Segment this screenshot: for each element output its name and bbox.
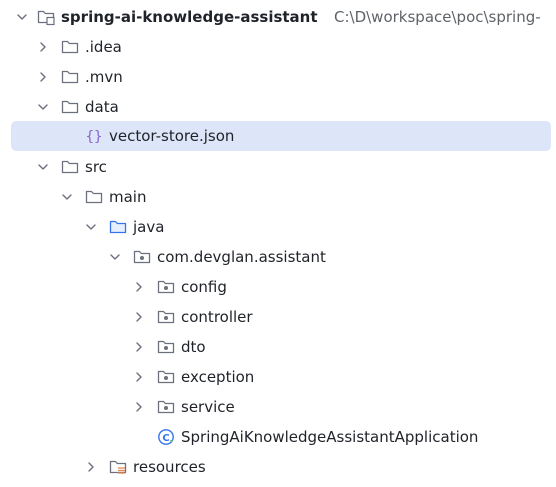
tree-row-data[interactable]: data xyxy=(0,92,556,122)
tree-label: service xyxy=(181,398,235,416)
source-root-folder-icon xyxy=(108,217,128,237)
project-name: spring-ai-knowledge-assistant xyxy=(61,8,318,26)
tree-row-com-devglan-assistant[interactable]: com.devglan.assistant xyxy=(0,242,556,272)
folder-icon xyxy=(60,37,80,57)
spring-boot-app-icon: C xyxy=(156,427,176,447)
chevron-down-icon[interactable] xyxy=(60,190,74,204)
tree-label: .idea xyxy=(85,38,122,56)
project-path: C:\D\workspace\poc\spring- xyxy=(334,8,541,26)
svg-text:C: C xyxy=(162,433,169,444)
chevron-right-icon[interactable] xyxy=(132,280,146,294)
tree-row-src[interactable]: src xyxy=(0,152,556,182)
tree-row-mvn[interactable]: .mvn xyxy=(0,62,556,92)
tree-label: SpringAiKnowledgeAssistantApplication xyxy=(181,428,479,446)
tree-label: src xyxy=(85,158,107,176)
folder-icon xyxy=(84,187,104,207)
chevron-right-icon[interactable] xyxy=(132,310,146,324)
tree-row-java[interactable]: java xyxy=(0,212,556,242)
tree-label: data xyxy=(85,98,119,116)
package-icon xyxy=(156,337,176,357)
chevron-right-icon[interactable] xyxy=(132,370,146,384)
tree-row-dto[interactable]: dto xyxy=(0,332,556,362)
chevron-down-icon[interactable] xyxy=(108,250,122,264)
chevron-right-icon[interactable] xyxy=(132,340,146,354)
package-icon xyxy=(156,307,176,327)
chevron-right-icon[interactable] xyxy=(36,40,50,54)
tree-row-service[interactable]: service xyxy=(0,392,556,422)
tree-row-vector-store-json[interactable]: {} vector-store.json xyxy=(0,121,556,151)
tree-label: dto xyxy=(181,338,206,356)
folder-icon xyxy=(60,97,80,117)
tree-label: config xyxy=(181,278,227,296)
tree-row-spring-app-class[interactable]: C SpringAiKnowledgeAssistantApplication xyxy=(0,422,556,452)
tree-label: exception xyxy=(181,368,255,386)
package-icon xyxy=(156,367,176,387)
resources-folder-icon xyxy=(108,457,128,477)
tree-label: vector-store.json xyxy=(109,127,235,145)
tree-label: resources xyxy=(133,458,206,476)
tree-row-idea[interactable]: .idea xyxy=(0,32,556,62)
project-folder-icon xyxy=(36,7,56,27)
svg-text:{}: {} xyxy=(86,129,103,145)
package-icon xyxy=(156,277,176,297)
tree-label: java xyxy=(133,218,165,236)
tree-row-resources[interactable]: resources xyxy=(0,452,556,482)
json-file-icon: {} xyxy=(84,126,104,146)
chevron-right-icon[interactable] xyxy=(84,460,98,474)
folder-icon xyxy=(60,157,80,177)
tree-label: main xyxy=(109,188,147,206)
folder-icon xyxy=(60,67,80,87)
tree-label: controller xyxy=(181,308,253,326)
project-tree: spring-ai-knowledge-assistant C:\D\works… xyxy=(0,0,556,487)
chevron-right-icon[interactable] xyxy=(36,70,50,84)
chevron-right-icon[interactable] xyxy=(132,400,146,414)
package-icon xyxy=(156,397,176,417)
chevron-down-icon[interactable] xyxy=(84,220,98,234)
chevron-down-icon[interactable] xyxy=(36,160,50,174)
tree-row-main[interactable]: main xyxy=(0,182,556,212)
tree-row-controller[interactable]: controller xyxy=(0,302,556,332)
chevron-down-icon[interactable] xyxy=(36,100,50,114)
tree-label: .mvn xyxy=(85,68,123,86)
tree-row-project-root[interactable]: spring-ai-knowledge-assistant C:\D\works… xyxy=(0,2,556,32)
tree-row-config[interactable]: config xyxy=(0,272,556,302)
tree-row-exception[interactable]: exception xyxy=(0,362,556,392)
tree-label: com.devglan.assistant xyxy=(157,248,326,266)
package-icon xyxy=(132,247,152,267)
chevron-down-icon[interactable] xyxy=(15,10,29,24)
